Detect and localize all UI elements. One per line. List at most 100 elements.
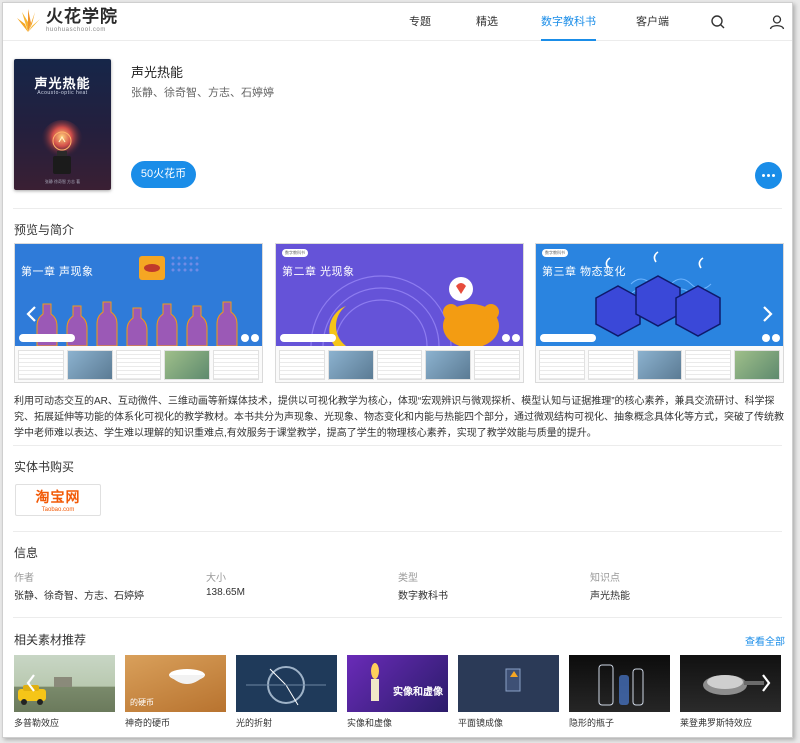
cover-authors: 张静 徐奇智 方志 著: [44, 179, 81, 184]
preview-next-arrow-icon[interactable]: [760, 305, 774, 323]
page-thumb: [425, 350, 472, 380]
card-label: 多普勒效应: [14, 718, 60, 728]
site-logo[interactable]: 火花学院 huohuaschool.com: [13, 8, 118, 34]
preview-title: 预览与简介: [14, 223, 75, 237]
spark-logo-icon: [17, 9, 40, 32]
info-knowledge: 知识点 声光热能: [590, 569, 630, 602]
slide-banner: 数字教科书 第三章 物态变化: [536, 244, 783, 346]
ice-cubes-illustration: [540, 251, 780, 342]
info-value: 声光热能: [590, 591, 630, 602]
nav-featured[interactable]: 精选: [476, 3, 498, 41]
related-title: 相关素材推荐: [14, 633, 87, 647]
related-card[interactable]: 隐形的瓶子: [569, 655, 670, 729]
card-label: 隐形的瓶子: [569, 718, 615, 728]
taobao-logo-text: 淘宝网: [35, 489, 81, 505]
related-prev-arrow-icon[interactable]: [24, 670, 38, 696]
page-thumb: [66, 350, 113, 380]
candle-image: 实像和虚像: [371, 663, 444, 701]
info-label: 知识点: [590, 573, 620, 584]
bottle-image: [598, 664, 644, 706]
related-next-arrow-icon[interactable]: [759, 670, 773, 696]
card-thumbnail: [569, 655, 670, 712]
moon-illustration: [280, 275, 520, 346]
info-value: 138.65M: [206, 587, 245, 598]
page-thumb: [685, 350, 732, 380]
taobao-logo-domain: Taobao.com: [41, 507, 75, 513]
card-label: 平面镜成像: [458, 718, 504, 728]
slide-thumbnails: [536, 346, 783, 382]
page-thumb: [213, 350, 259, 380]
card-thumbnail: 实像和虚像: [347, 655, 448, 712]
info-author: 作者 张静、徐奇智、方志、石婷婷: [14, 569, 144, 602]
coin-bowl-image: 的硬币: [130, 669, 205, 707]
nav-client[interactable]: 客户端: [636, 3, 669, 41]
book-authors: 张静、徐奇智、方志、石婷婷: [131, 87, 274, 99]
info-type: 类型 数字教科书: [398, 569, 448, 602]
dot-icon: [772, 174, 775, 177]
preview-slide-1[interactable]: 第一章 声现象: [14, 243, 263, 383]
light-bulb-icon: [41, 120, 83, 174]
page-thumb: [376, 350, 423, 380]
dot-icon: [762, 174, 765, 177]
page-thumb: [734, 350, 780, 380]
slide-tag: 数字教科书: [282, 249, 308, 257]
refraction-image: [246, 666, 326, 706]
divider: [13, 208, 782, 209]
slide-thumbnails: [276, 346, 523, 382]
related-card[interactable]: 平面镜成像: [458, 655, 559, 729]
logo-name: 火花学院: [46, 7, 118, 26]
slide-chapter: 第三章 物态变化: [542, 266, 627, 278]
slide-banner: 数字教科书 第二章 光现象: [276, 244, 523, 346]
card-label: 神奇的硬币: [125, 718, 171, 728]
page-thumb: [474, 350, 520, 380]
book-introduction: 利用可动态交互的AR、互动微件、三维动画等新媒体技术，提供以可视化教学为核心，体…: [14, 396, 784, 439]
bottles-illustration: [19, 256, 259, 346]
info-size: 大小 138.65M: [206, 569, 245, 598]
page-thumb: [327, 350, 374, 380]
cover-subtitle: Acousto-optic heat: [37, 90, 88, 96]
related-card[interactable]: 光的折射: [236, 655, 337, 729]
info-label: 类型: [398, 573, 418, 584]
dot-icon: [767, 174, 770, 177]
book-cover: 声光热能 Acousto-optic heat 张静 徐奇智 方志 著: [14, 59, 111, 190]
card-thumbnail: 的硬币: [125, 655, 226, 712]
card-overlay: 实像和虚像: [393, 685, 444, 698]
info-value: 数字教科书: [398, 591, 448, 602]
page-thumb: [115, 350, 162, 380]
info-label: 大小: [206, 573, 226, 584]
slide-banner: 第一章 声现象: [15, 244, 262, 346]
nav-digital-textbooks[interactable]: 数字教科书: [541, 3, 596, 41]
search-icon[interactable]: [710, 14, 726, 30]
preview-slide-2[interactable]: 数字教科书 第二章 光现象: [275, 243, 524, 383]
divider: [13, 445, 782, 446]
page-thumb: [539, 350, 585, 380]
card-label: 光的折射: [236, 718, 273, 728]
divider: [13, 617, 782, 618]
preview-prev-arrow-icon[interactable]: [25, 305, 39, 323]
top-header: 火花学院 huohuaschool.com 专题 精选 数字教科书 客户端: [3, 3, 792, 41]
nav-topics[interactable]: 专题: [409, 3, 431, 41]
mirror-image: [505, 668, 521, 692]
taobao-store-link[interactable]: 淘宝网 Taobao.com: [15, 484, 101, 516]
card-overlay: 的硬币: [130, 697, 154, 707]
divider: [13, 531, 782, 532]
card-label: 莱登弗罗斯特效应: [680, 718, 753, 728]
view-all-link[interactable]: 查看全部: [745, 633, 785, 648]
slide-chapter: 第一章 声现象: [21, 266, 94, 278]
related-card[interactable]: 实像和虚像 实像和虚像: [347, 655, 448, 729]
card-thumbnail: [236, 655, 337, 712]
price-button[interactable]: 50火花币: [131, 161, 196, 188]
slide-thumbnails: [15, 346, 262, 382]
card-thumbnail: [458, 655, 559, 712]
slide-tag: 数字教科书: [542, 249, 568, 257]
preview-slide-3[interactable]: 数字教科书 第三章 物态变化: [535, 243, 784, 383]
related-card[interactable]: 的硬币 神奇的硬币: [125, 655, 226, 729]
info-value: 张静、徐奇智、方志、石婷婷: [14, 591, 144, 602]
logo-domain: huohuaschool.com: [46, 27, 106, 33]
more-options-button[interactable]: [755, 162, 782, 189]
page-thumb: [18, 350, 64, 380]
slide-chapter: 第二章 光现象: [282, 266, 355, 278]
purchase-title: 实体书购买: [14, 460, 75, 474]
info-title: 信息: [14, 546, 39, 560]
user-icon[interactable]: [769, 14, 785, 30]
